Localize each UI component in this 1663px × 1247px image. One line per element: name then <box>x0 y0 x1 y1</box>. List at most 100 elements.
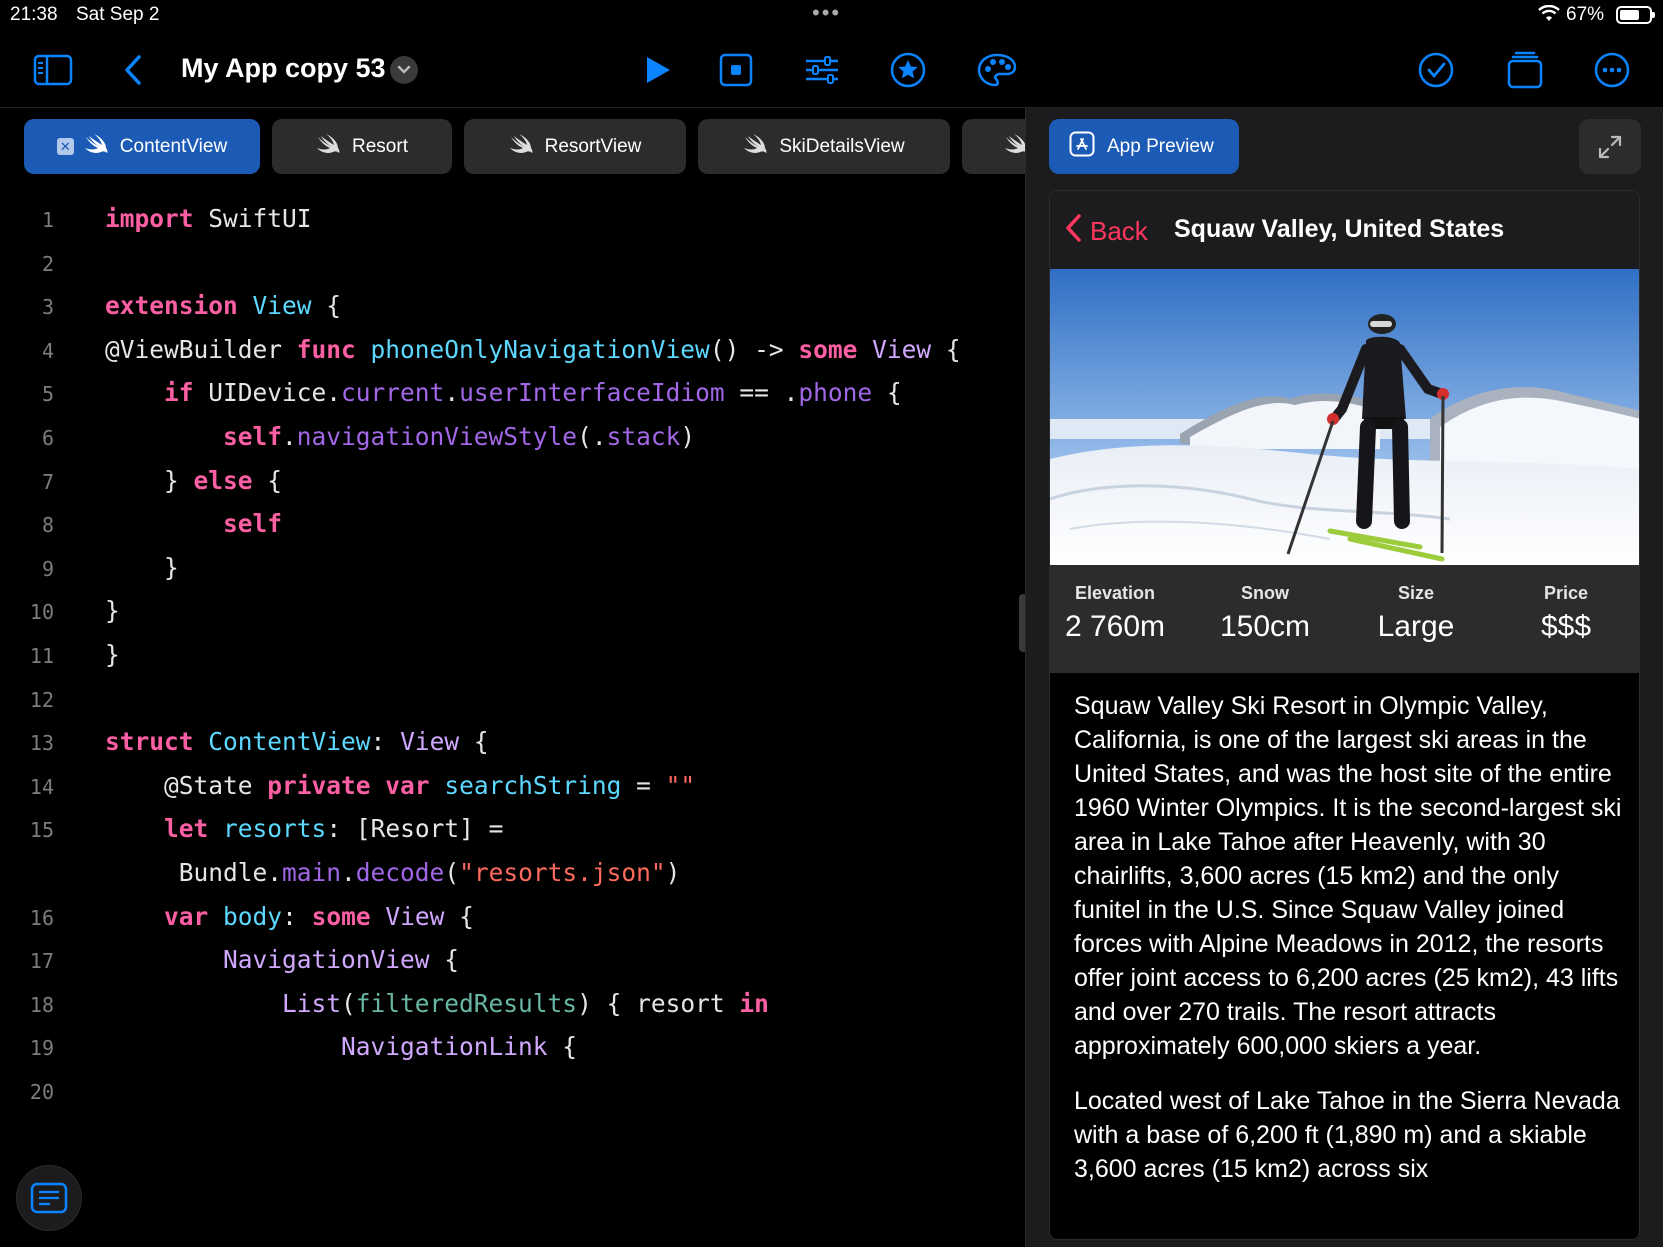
star-icon[interactable] <box>886 48 930 92</box>
tab-label: Resort <box>352 135 408 157</box>
swift-icon <box>316 133 342 161</box>
tab-label: ContentView <box>119 135 228 157</box>
tab-skidetailsview[interactable]: SkiDetailsView <box>698 119 950 174</box>
preview-canvas[interactable]: Back Squaw Valley, United States Elevati… <box>1049 190 1640 1240</box>
code-text[interactable]: } <box>105 553 179 582</box>
stat-snow: Snow 150cm <box>1195 583 1335 644</box>
stat-value: Large <box>1377 610 1455 643</box>
resort-stats: Elevation 2 760m Snow 150cm Size Large P… <box>1050 565 1639 673</box>
sliders-icon[interactable] <box>800 48 844 92</box>
battery-icon <box>1616 6 1655 24</box>
code-text[interactable]: @ViewBuilder func phoneOnlyNavigationVie… <box>105 335 961 364</box>
resort-description: Squaw Valley Ski Resort in Olympic Valle… <box>1074 689 1622 1207</box>
battery-percent: 67% <box>1566 4 1605 25</box>
line-number: 17 <box>29 949 54 974</box>
play-icon[interactable] <box>636 48 680 92</box>
code-text[interactable]: if UIDevice.current.userInterfaceIdiom =… <box>105 378 902 407</box>
stat-size: Size Large <box>1346 583 1486 644</box>
back-label: Back <box>1090 216 1148 246</box>
line-number: 7 <box>41 469 54 494</box>
line-number: 9 <box>41 556 54 581</box>
app-store-icon <box>1069 131 1095 163</box>
tab-label: ResortView <box>544 135 642 157</box>
code-text[interactable]: } <box>105 640 120 669</box>
stat-value: 2 760m <box>1064 610 1166 643</box>
windows-icon[interactable] <box>1503 48 1547 92</box>
code-text[interactable]: } <box>105 596 120 625</box>
preview-pane: App Preview Back Squaw Valley, United St… <box>1025 108 1663 1247</box>
status-date: Sat Sep 2 <box>76 4 160 25</box>
back-chevron-icon[interactable] <box>111 48 155 92</box>
app-preview-label: App Preview <box>1107 135 1214 157</box>
code-text[interactable]: struct ContentView: View { <box>105 727 489 756</box>
line-number: 12 <box>29 687 54 712</box>
code-text[interactable]: import SwiftUI <box>105 204 312 233</box>
sidebar-icon[interactable] <box>31 48 75 92</box>
resort-photo <box>1050 269 1639 565</box>
stop-icon[interactable] <box>714 48 758 92</box>
stat-label: Price <box>1543 583 1589 603</box>
line-number: 10 <box>29 600 54 625</box>
line-number: 20 <box>29 1080 54 1104</box>
app-preview-button[interactable]: App Preview <box>1049 119 1239 174</box>
stat-value: $$$ <box>1540 610 1592 643</box>
editor-tabs: ✕ ContentView Resort ResortView SkiDetai… <box>0 108 1025 178</box>
line-number: 16 <box>29 905 54 930</box>
line-number: 3 <box>41 295 54 320</box>
code-text[interactable]: self <box>105 509 282 538</box>
tab-resort[interactable]: Resort <box>272 119 452 174</box>
multitasking-dots-icon[interactable]: ••• <box>812 0 841 26</box>
stat-elevation: Elevation 2 760m <box>1050 583 1185 644</box>
code-text[interactable]: List(filteredResults) { resort in <box>105 989 769 1018</box>
line-number: 1 <box>41 208 54 232</box>
project-title[interactable]: My App copy 53 <box>181 53 386 84</box>
nav-bar: Back Squaw Valley, United States <box>1050 191 1639 269</box>
line-number: 11 <box>29 644 54 668</box>
code-text[interactable]: Bundle.main.decode("resorts.json") <box>105 858 681 887</box>
line-number: 15 <box>29 818 54 843</box>
chevron-down-icon[interactable] <box>390 56 418 84</box>
code-text[interactable]: extension View { <box>105 291 341 320</box>
more-icon[interactable] <box>1590 48 1634 92</box>
code-text[interactable]: } else { <box>105 466 282 495</box>
wifi-icon <box>1538 4 1560 29</box>
back-chevron-icon <box>1064 213 1082 250</box>
line-number: 4 <box>41 338 54 363</box>
palette-icon[interactable] <box>975 48 1019 92</box>
line-number: 18 <box>29 992 54 1017</box>
status-bar: 21:38 Sat Sep 2 ••• 67% <box>0 0 1663 30</box>
document-outline-icon[interactable] <box>16 1165 82 1231</box>
stat-label: Elevation <box>1074 583 1156 603</box>
stat-price: Price $$$ <box>1496 583 1636 644</box>
description-paragraph: Squaw Valley Ski Resort in Olympic Valle… <box>1074 692 1622 1060</box>
toolbar: My App copy 53 <box>0 30 1663 108</box>
stat-label: Snow <box>1241 583 1289 603</box>
tab-resortview[interactable]: ResortView <box>464 119 686 174</box>
description-paragraph: Located west of Lake Tahoe in the Sierra… <box>1074 1087 1620 1183</box>
tab-label: SkiDetailsView <box>779 135 905 157</box>
swift-icon <box>1004 133 1025 161</box>
nav-title: Squaw Valley, United States <box>1174 215 1505 243</box>
code-editor[interactable]: 1 import SwiftUI 2 3 extension View { 4 @ViewB… <box>0 200 1025 1247</box>
checkmark-icon[interactable] <box>1414 48 1458 92</box>
expand-icon[interactable] <box>1579 119 1641 174</box>
code-text[interactable]: NavigationLink { <box>105 1032 577 1061</box>
status-time: 21:38 <box>10 4 58 25</box>
line-number: 8 <box>41 513 54 538</box>
tab-overflow[interactable] <box>962 119 1025 174</box>
code-text[interactable]: NavigationView { <box>105 945 459 974</box>
stat-value: 150cm <box>1219 610 1311 643</box>
back-button[interactable]: Back <box>1064 213 1148 250</box>
line-number: 2 <box>41 251 54 276</box>
swift-icon <box>743 133 769 161</box>
swift-icon <box>84 133 110 161</box>
line-number: 6 <box>41 426 54 450</box>
line-number: 19 <box>29 1036 54 1061</box>
tab-contentview[interactable]: ✕ ContentView <box>24 119 260 174</box>
code-text[interactable]: self.navigationViewStyle(.stack) <box>105 422 695 451</box>
code-text[interactable]: var body: some View { <box>105 902 474 931</box>
code-text[interactable]: @State private var searchString = "" <box>105 771 695 800</box>
code-text[interactable]: let resorts: [Resort] = <box>105 814 503 843</box>
close-tab-icon[interactable]: ✕ <box>56 138 74 155</box>
line-number: 5 <box>41 382 54 407</box>
